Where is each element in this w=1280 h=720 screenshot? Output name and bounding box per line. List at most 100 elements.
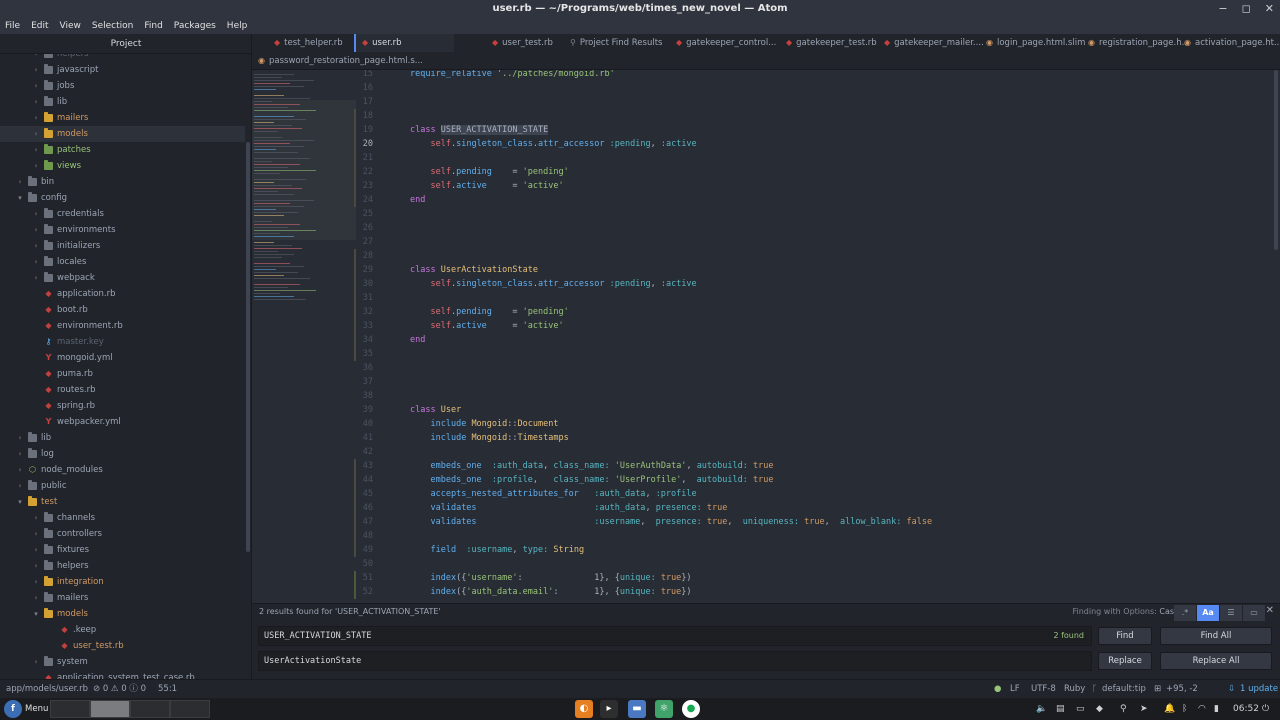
chevron-right-icon[interactable]: › [32,526,40,542]
chevron-right-icon[interactable]: › [32,270,40,286]
tree-item[interactable]: › initializers [0,238,245,254]
code-line[interactable]: end [410,333,425,347]
status-diagnostics[interactable]: ⊘ 0 ⚠ 0 ⓘ 0 [93,680,146,699]
menu-edit[interactable]: Edit [31,21,48,31]
chevron-right-icon[interactable]: › [32,590,40,606]
chevron-right-icon[interactable]: › [32,94,40,110]
volume-icon[interactable]: 🔈 [1036,698,1047,720]
wifi-icon[interactable]: ◠ [1198,698,1206,720]
power-icon[interactable]: ⏻ [1262,698,1269,720]
code-line[interactable]: class User [410,403,461,417]
chevron-right-icon[interactable]: › [32,78,40,94]
chevron-right-icon[interactable]: › [32,126,40,142]
chevron-right-icon[interactable]: › [32,158,40,174]
chevron-right-icon[interactable]: › [16,446,24,462]
code-line[interactable]: self.pending = 'pending' [410,305,568,319]
code-line[interactable]: field :username, type: String [410,543,584,557]
status-diff[interactable]: +95, -2 [1166,680,1198,699]
chevron-right-icon[interactable]: › [32,510,40,526]
battery-icon[interactable]: ▮ [1214,698,1219,720]
package-icon[interactable]: ◆ [1096,698,1103,720]
tree-item[interactable]: ⚷ master.key [0,334,245,350]
chevron-down-icon[interactable]: ▾ [16,190,24,206]
tree-item[interactable]: › lib [0,94,245,110]
firefox-icon[interactable]: ◐ [575,700,593,718]
tree-item[interactable]: › patches [0,142,245,158]
code-line[interactable]: embeds_one :auth_data, class_name: 'User… [410,459,773,473]
chevron-right-icon[interactable]: › [16,174,24,190]
status-branch[interactable]: default:tip [1102,680,1146,699]
chevron-down-icon[interactable]: ▾ [16,494,24,510]
whole-word-toggle-button[interactable]: ▭ [1243,605,1265,621]
tree-item[interactable]: ◆ spring.rb [0,398,245,414]
chevron-right-icon[interactable]: › [16,478,24,494]
in-selection-toggle-button[interactable]: ☰ [1220,605,1242,621]
close-icon[interactable]: ✕ [1266,605,1274,616]
tree-item[interactable]: Ywebpacker.yml [0,414,245,430]
code-line[interactable]: self.singleton_class.attr_accessor :pend… [410,277,696,291]
menu-selection[interactable]: Selection [92,21,133,31]
tree-item[interactable]: › log [0,446,245,462]
text-editor[interactable]: 15 16 17 18 19 20 21 22 23 24 25 26 27 28 29 30 31 32 33 34… [252,70,1280,603]
menu-view[interactable]: View [60,21,81,31]
tree-item[interactable]: › models [0,126,245,142]
tree-item[interactable]: ◆ environment.rb [0,318,245,334]
chevron-right-icon[interactable]: › [32,142,40,158]
status-grammar[interactable]: Ruby [1064,680,1085,699]
menu-file[interactable]: File [5,21,20,31]
chevron-right-icon[interactable]: › [32,206,40,222]
code-lines[interactable]: require_relative '../patches/mongoid.rb'… [410,70,1270,603]
workspace-3[interactable] [130,700,170,718]
tree-item[interactable]: ◆ application.rb [0,286,245,302]
workspace-4[interactable] [170,700,210,718]
code-line[interactable]: self.pending = 'pending' [410,165,568,179]
find-input[interactable]: USER_ACTIVATION_STATE 2 found [258,626,1092,646]
tree-item[interactable]: ▾ models [0,606,245,622]
editor-tab[interactable]: ◉ login_page.html.slim [980,34,1085,52]
tree-item[interactable]: › locales [0,254,245,270]
menu-find[interactable]: Find [144,21,162,31]
display-icon[interactable]: ▭ [1076,698,1085,720]
chevron-right-icon[interactable]: › [32,558,40,574]
editor-tab[interactable]: ◆ test_helper.rb [268,34,368,52]
tree-item[interactable]: › system [0,654,245,670]
code-line[interactable]: index({'auth_data.email': 1}, {unique: t… [410,585,691,599]
atom-icon[interactable]: ⚛ [655,700,673,718]
code-line[interactable]: validates :auth_data, presence: true [410,501,727,515]
tree-item[interactable]: ◆ application_system_test_case.rb [0,670,245,679]
chevron-right-icon[interactable]: › [32,222,40,238]
tree-item[interactable]: ◆ .keep [0,622,245,638]
telegram-icon[interactable]: ➤ [1140,698,1148,720]
editor-tab[interactable]: ◉ activation_page.ht... [1178,34,1280,52]
tree-item[interactable]: › webpack [0,270,245,286]
tree-item[interactable]: › controllers [0,526,245,542]
code-line[interactable]: include Mongoid::Timestamps [410,431,568,445]
tree-item[interactable]: › fixtures [0,542,245,558]
tree-item[interactable]: › mailers [0,110,245,126]
editor-tab[interactable]: ◆ user.rb [354,34,454,52]
workspace-1[interactable] [50,700,90,718]
editor-scrollbar[interactable] [1274,70,1278,250]
bell-icon[interactable]: 🔔 [1164,698,1175,720]
tree-item[interactable]: › javascript [0,62,245,78]
menu-packages[interactable]: Packages [174,21,216,31]
code-line[interactable]: class UserActivationState [410,263,538,277]
code-line[interactable]: end [410,193,425,207]
tree-item[interactable]: › jobs [0,78,245,94]
tree-item[interactable]: Ymongoid.yml [0,350,245,366]
replace-all-button[interactable]: Replace All [1160,652,1272,670]
code-line[interactable]: class USER_ACTIVATION_STATE [410,123,549,137]
files-icon[interactable]: ▬ [628,700,646,718]
code-line[interactable]: accepts_nested_attributes_for :auth_data… [410,487,696,501]
minimize-button[interactable]: − [1218,0,1227,18]
tree-item[interactable]: ▾ test [0,494,245,510]
editor-tab[interactable]: ◉ password_restoration_page.html.s... [252,52,423,70]
regex-toggle-button[interactable]: .* [1174,605,1196,621]
status-file-path[interactable]: app/models/user.rb [6,680,88,699]
tree-item[interactable]: › views [0,158,245,174]
minimap[interactable] [252,70,356,603]
tree-item[interactable]: › credentials [0,206,245,222]
chevron-right-icon[interactable]: › [32,254,40,270]
tree-item[interactable]: ▾ config [0,190,245,206]
close-button[interactable]: ✕ [1265,0,1274,18]
